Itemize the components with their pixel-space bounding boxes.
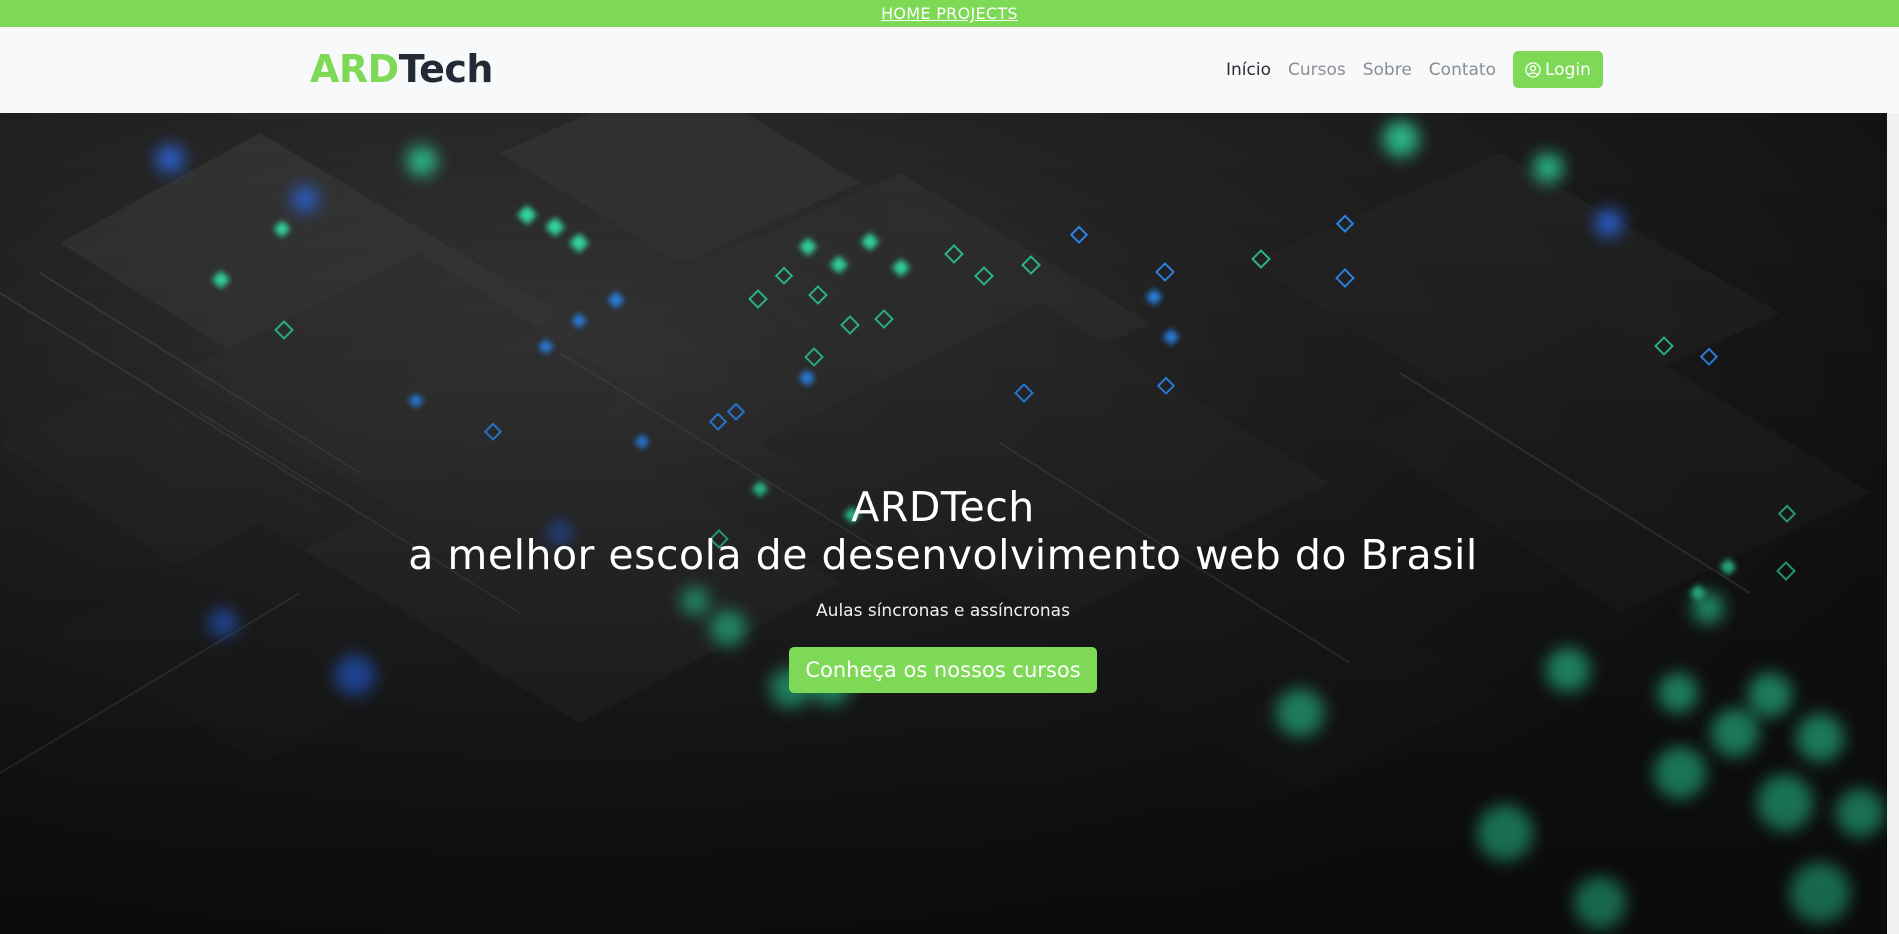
hero-title-line1: ARDTech [851, 483, 1035, 531]
hero-content: ARDTech a melhor escola de desenvolvimen… [0, 483, 1886, 693]
hero-subtitle: Aulas síncronas e assíncronas [816, 601, 1070, 621]
nav-item-contato[interactable]: Contato [1429, 60, 1496, 80]
nav-item-sobre[interactable]: Sobre [1363, 60, 1412, 80]
home-projects-link[interactable]: HOME PROJECTS [881, 4, 1018, 23]
hero-title: ARDTech a melhor escola de desenvolvimen… [0, 483, 1886, 579]
hero-section: ARDTech a melhor escola de desenvolvimen… [0, 113, 1899, 934]
top-banner: HOME PROJECTS [0, 0, 1899, 27]
brand-logo[interactable]: ARDTech [310, 47, 493, 91]
brand-logo-part2: Tech [398, 47, 494, 91]
login-button-label: Login [1545, 59, 1591, 80]
navbar: ARDTech Início Cursos Sobre Contato Logi… [0, 27, 1899, 113]
hero-title-line2: a melhor escola de desenvolvimento web d… [408, 531, 1478, 579]
nav-item-inicio[interactable]: Início [1226, 60, 1271, 80]
scrollbar[interactable] [1887, 113, 1899, 934]
login-button[interactable]: Login [1513, 51, 1603, 88]
courses-cta-button[interactable]: Conheça os nossos cursos [789, 647, 1097, 693]
brand-logo-part1: ARD [310, 47, 399, 91]
main-nav: Início Cursos Sobre Contato Login [1226, 51, 1603, 88]
user-circle-icon [1525, 61, 1541, 78]
nav-item-cursos[interactable]: Cursos [1288, 60, 1346, 80]
